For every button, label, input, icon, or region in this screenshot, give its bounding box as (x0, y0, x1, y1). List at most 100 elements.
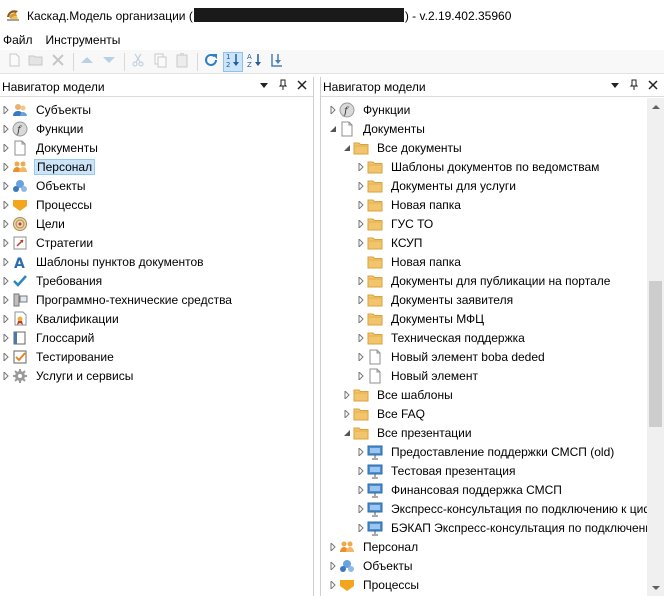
sort-custom-button[interactable] (267, 52, 287, 72)
panel-menu-button[interactable] (607, 79, 623, 95)
tree-item[interactable]: Все шаблоны (327, 385, 664, 404)
tree-item[interactable]: Программно-технические средства (0, 290, 313, 309)
new-button[interactable] (4, 52, 24, 72)
collapse-arrow-icon[interactable] (0, 138, 12, 157)
collapse-arrow-icon[interactable] (355, 442, 367, 461)
collapse-arrow-icon[interactable] (0, 271, 12, 290)
collapse-arrow-icon[interactable] (355, 328, 367, 347)
tree-item[interactable]: Услуги и сервисы (0, 366, 313, 385)
collapse-arrow-icon[interactable] (355, 233, 367, 252)
collapse-arrow-icon[interactable] (355, 176, 367, 195)
paste-button[interactable] (172, 52, 192, 72)
collapse-arrow-icon[interactable] (0, 309, 12, 328)
panel-close-button[interactable] (294, 79, 310, 95)
collapse-arrow-icon[interactable] (0, 195, 12, 214)
tree-item[interactable]: Документы для публикации на портале (327, 271, 664, 290)
refresh-button[interactable] (201, 52, 221, 72)
collapse-arrow-icon[interactable] (355, 309, 367, 328)
panel-close-button[interactable] (645, 79, 661, 95)
collapse-arrow-icon[interactable] (355, 290, 367, 309)
collapse-arrow-icon[interactable] (355, 347, 367, 366)
tree-item[interactable]: Все презентации (327, 423, 664, 442)
tree-item[interactable]: Объекты (327, 556, 664, 575)
tree-item[interactable]: Тестовая презентация (327, 461, 664, 480)
delete-button[interactable] (48, 52, 68, 72)
collapse-arrow-icon[interactable] (355, 461, 367, 480)
tree-item[interactable]: Документы (0, 138, 313, 157)
scroll-down-button[interactable] (647, 579, 664, 596)
scroll-up-button[interactable] (647, 98, 664, 115)
collapse-arrow-icon[interactable] (327, 556, 339, 575)
menu-file[interactable]: Файл (0, 33, 39, 47)
move-down-button[interactable] (99, 52, 119, 72)
vertical-scrollbar[interactable] (647, 98, 664, 596)
collapse-arrow-icon[interactable] (355, 271, 367, 290)
collapse-arrow-icon[interactable] (341, 385, 353, 404)
collapse-arrow-icon[interactable] (0, 252, 12, 271)
menu-tools[interactable]: Инструменты (43, 33, 127, 47)
tree-item[interactable]: Экспресс-консультация по подключению к ц… (327, 499, 664, 518)
tree-item[interactable]: Все FAQ (327, 404, 664, 423)
tree-item[interactable]: Документы для услуги (327, 176, 664, 195)
collapse-arrow-icon[interactable] (0, 176, 12, 195)
panel-pin-button[interactable] (275, 79, 291, 95)
collapse-arrow-icon[interactable] (341, 404, 353, 423)
tree-item[interactable]: Шаблоны документов по ведомствам (327, 157, 664, 176)
tree-item[interactable]: f Функции (327, 100, 664, 119)
tree-item[interactable]: Документы МФЦ (327, 309, 664, 328)
tree-item[interactable]: Новая папка (327, 195, 664, 214)
copy-button[interactable] (150, 52, 170, 72)
tree-item[interactable]: Документы заявителя (327, 290, 664, 309)
tree-item[interactable]: Персонал (0, 157, 313, 176)
collapse-arrow-icon[interactable] (0, 157, 12, 176)
collapse-arrow-icon[interactable] (0, 347, 12, 366)
collapse-arrow-icon[interactable] (0, 328, 12, 347)
expand-arrow-icon[interactable] (341, 423, 353, 442)
collapse-arrow-icon[interactable] (327, 575, 339, 594)
collapse-arrow-icon[interactable] (0, 100, 12, 119)
tree-item[interactable]: Процессы (327, 575, 664, 594)
tree-item[interactable]: Процессы (0, 195, 313, 214)
tree-item[interactable]: Финансовая поддержка СМСП (327, 480, 664, 499)
collapse-arrow-icon[interactable] (327, 100, 339, 119)
collapse-arrow-icon[interactable] (0, 214, 12, 233)
collapse-arrow-icon[interactable] (0, 290, 12, 309)
collapse-arrow-icon[interactable] (327, 537, 339, 556)
tree-item[interactable]: БЭКАП Экспресс-консультация по подключен… (327, 518, 664, 537)
collapse-arrow-icon[interactable] (355, 157, 367, 176)
tree-item[interactable]: f Функции (0, 119, 313, 138)
collapse-arrow-icon[interactable] (355, 195, 367, 214)
collapse-arrow-icon[interactable] (355, 518, 367, 537)
tree-item[interactable]: Все документы (327, 138, 664, 157)
collapse-arrow-icon[interactable] (0, 119, 12, 138)
tree-item[interactable]: Квалификации (0, 309, 313, 328)
tree-item[interactable]: Субъекты (0, 100, 313, 119)
scroll-thumb[interactable] (649, 281, 662, 427)
panel-pin-button[interactable] (626, 79, 642, 95)
collapse-arrow-icon[interactable] (0, 366, 12, 385)
tree-item[interactable]: КСУП (327, 233, 664, 252)
panel-menu-button[interactable] (256, 79, 272, 95)
tree-item[interactable]: Стратегии (0, 233, 313, 252)
cut-button[interactable] (128, 52, 148, 72)
expand-arrow-icon[interactable] (341, 138, 353, 157)
tree-item[interactable]: Предоставление поддержки СМСП (old) (327, 442, 664, 461)
tree-item[interactable]: Объекты (0, 176, 313, 195)
collapse-arrow-icon[interactable] (355, 499, 367, 518)
tree-item[interactable]: Тестирование (0, 347, 313, 366)
open-button[interactable] (26, 52, 46, 72)
sort-alpha-button[interactable]: AZ (245, 52, 265, 72)
tree-item[interactable]: A Шаблоны пунктов документов (0, 252, 313, 271)
collapse-arrow-icon[interactable] (0, 233, 12, 252)
tree-item[interactable]: Глоссарий (0, 328, 313, 347)
sort-numeric-button[interactable]: 12 (223, 51, 243, 72)
collapse-arrow-icon[interactable] (355, 366, 367, 385)
tree-item[interactable]: Новый элемент boba deded (327, 347, 664, 366)
tree-item[interactable]: Цели (0, 214, 313, 233)
tree-item[interactable]: Документы (327, 119, 664, 138)
collapse-arrow-icon[interactable] (355, 480, 367, 499)
tree-item[interactable]: Персонал (327, 537, 664, 556)
collapse-arrow-icon[interactable] (355, 214, 367, 233)
move-up-button[interactable] (77, 52, 97, 72)
tree-item[interactable]: Требования (0, 271, 313, 290)
